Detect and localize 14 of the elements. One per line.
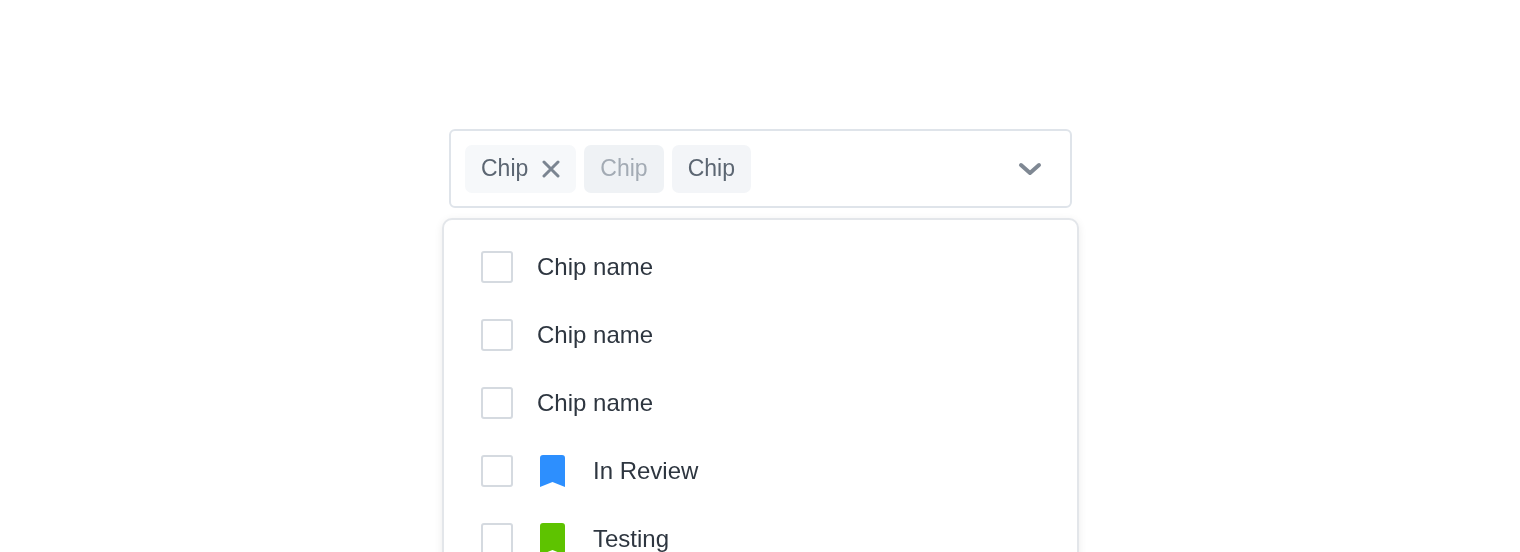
checkbox[interactable] [481,455,513,487]
option-label[interactable]: Chip name [537,253,654,281]
checkbox[interactable] [481,387,513,419]
option-label[interactable]: Chip name [537,389,654,417]
checkbox[interactable] [481,319,513,351]
chip[interactable]: Chip [465,144,577,193]
option-label[interactable]: Chip name [537,321,654,349]
checkbox[interactable] [481,523,513,552]
option-label[interactable]: Testing [593,525,670,552]
checkbox[interactable] [481,251,513,283]
close-icon[interactable] [542,159,561,178]
chevron-down-icon[interactable] [1018,160,1042,177]
chip[interactable]: Chip [671,144,751,193]
option-label[interactable]: In Review [593,457,699,485]
